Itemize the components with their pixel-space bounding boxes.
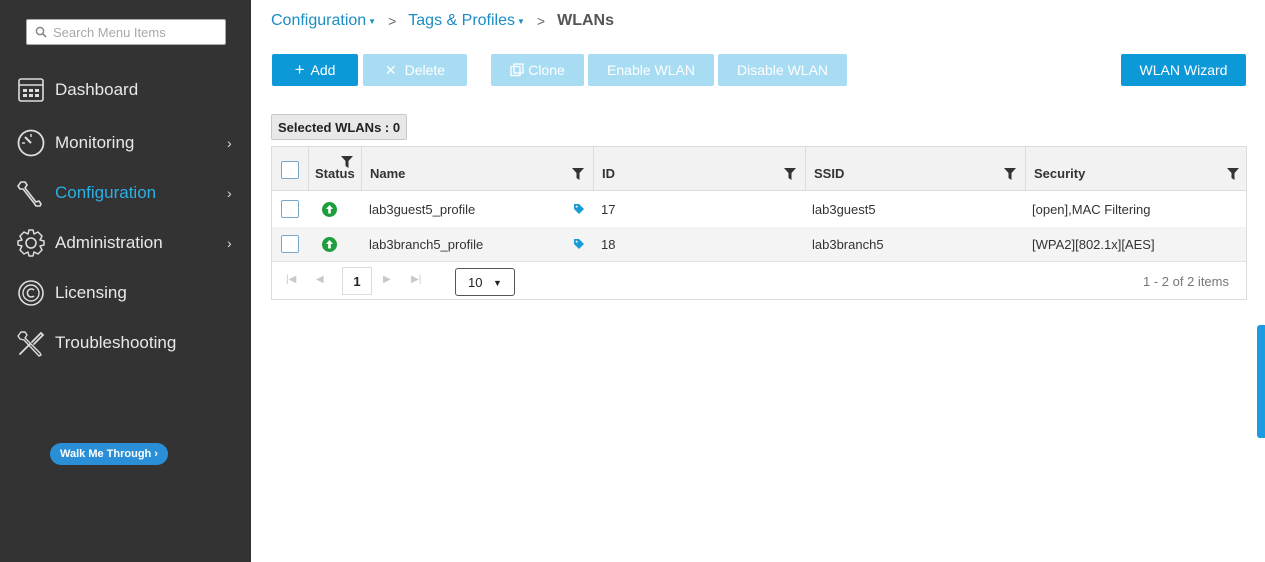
enable-wlan-button[interactable]: Enable WLAN (588, 54, 714, 86)
status-up-icon (322, 237, 337, 252)
row-checkbox[interactable] (281, 200, 299, 218)
sidebar: Dashboard Monitoring › Configuration › A… (0, 0, 251, 562)
header-label: Security (1034, 166, 1086, 181)
nav-label: Configuration (55, 183, 157, 202)
header-label: Status (315, 166, 355, 181)
next-page-icon[interactable]: ▶ (383, 274, 391, 285)
plus-icon: + (294, 60, 305, 79)
breadcrumb-tags-profiles[interactable]: Tags & Profiles (408, 12, 515, 30)
side-panel-tab[interactable] (1257, 325, 1265, 438)
nav-label: Troubleshooting (55, 333, 177, 352)
table-header: Status Name ID SSID Security (272, 147, 1246, 191)
add-label: Add (310, 62, 336, 78)
prev-page-icon[interactable]: ◀ (316, 274, 324, 285)
tag-icon[interactable] (573, 203, 585, 215)
walk-me-through-button[interactable]: Walk Me Through › (50, 443, 168, 465)
nav-dashboard[interactable]: Dashboard (0, 68, 251, 112)
add-button[interactable]: + Add (272, 54, 358, 86)
wlan-ssid: lab3branch5 (812, 237, 884, 252)
pagination-bar: |◀ ◀ 1 ▶ ▶| 10 ▼ 1 - 2 of 2 items (272, 261, 1246, 301)
page-size-select[interactable]: 10 ▼ (455, 268, 515, 296)
nav-monitoring[interactable]: Monitoring › (0, 121, 251, 165)
header-id: ID (594, 147, 806, 191)
nav-administration[interactable]: Administration › (0, 221, 251, 265)
header-label: SSID (814, 166, 845, 181)
search-input[interactable] (53, 24, 213, 40)
selected-count-badge: Selected WLANs : 0 (271, 114, 408, 140)
breadcrumb-configuration[interactable]: Configuration (271, 12, 366, 30)
wlan-ssid: lab3guest5 (812, 202, 876, 217)
page-title: WLANs (557, 12, 614, 29)
wlan-wizard-button[interactable]: WLAN Wizard (1121, 54, 1246, 86)
page-size-value: 10 (468, 275, 483, 290)
current-page[interactable]: 1 (342, 267, 372, 295)
row-checkbox[interactable] (281, 235, 299, 253)
table-row[interactable]: lab3guest5_profile 17 lab3guest5 [open],… (272, 192, 1246, 227)
first-page-icon[interactable]: |◀ (286, 274, 296, 285)
filter-icon[interactable] (1227, 168, 1239, 180)
disable-wlan-button[interactable]: Disable WLAN (718, 54, 847, 86)
filter-icon[interactable] (341, 156, 353, 168)
wlan-id: 18 (601, 237, 616, 252)
status-up-icon (322, 202, 337, 217)
header-name: Name (362, 147, 594, 191)
license-icon (15, 277, 47, 309)
clone-label: Clone (528, 62, 565, 78)
wrench-icon (15, 177, 47, 209)
clone-button[interactable]: Clone (491, 54, 584, 86)
nav-label: Monitoring (55, 133, 135, 152)
tag-icon[interactable] (573, 238, 585, 250)
caret-down-icon: ▼ (493, 278, 502, 288)
header-label: ID (602, 166, 615, 181)
pagination-info: 1 - 2 of 2 items (1143, 274, 1229, 289)
wlan-id: 17 (601, 202, 616, 217)
delete-label: Delete (404, 62, 446, 78)
chevron-right-icon: › (227, 185, 232, 201)
header-select-cell (272, 147, 309, 191)
wlan-name[interactable]: lab3branch5_profile (369, 237, 483, 252)
nav-label: Administration (55, 233, 163, 252)
wlan-table: Status Name ID SSID Security lab3guest5_… (271, 146, 1247, 300)
nav-licensing[interactable]: Licensing (0, 271, 251, 315)
header-status: Status (309, 147, 362, 191)
search-icon (35, 26, 47, 38)
header-security: Security (1026, 147, 1246, 191)
nav-troubleshooting[interactable]: Troubleshooting (0, 321, 251, 365)
table-row[interactable]: lab3branch5_profile 18 lab3branch5 [WPA2… (272, 227, 1246, 262)
filter-icon[interactable] (1004, 168, 1016, 180)
close-icon: ✕ (384, 61, 397, 78)
select-all-checkbox[interactable] (281, 161, 299, 179)
filter-icon[interactable] (572, 168, 584, 180)
wlan-security: [WPA2][802.1x][AES] (1032, 237, 1155, 252)
delete-button[interactable]: ✕ Delete (363, 54, 467, 86)
gear-icon (15, 227, 47, 259)
filter-icon[interactable] (784, 168, 796, 180)
header-ssid: SSID (806, 147, 1026, 191)
dashboard-icon (15, 74, 47, 106)
copy-icon (510, 63, 524, 77)
tools-icon (15, 327, 47, 359)
breadcrumb-separator: > (388, 13, 397, 29)
caret-down-icon[interactable]: ▼ (517, 17, 525, 26)
nav-configuration[interactable]: Configuration › (0, 171, 251, 215)
gauge-icon (15, 127, 47, 159)
caret-down-icon[interactable]: ▼ (368, 17, 376, 26)
breadcrumb-separator: > (536, 13, 546, 29)
wlan-security: [open],MAC Filtering (1032, 202, 1151, 217)
chevron-right-icon: › (227, 135, 232, 151)
last-page-icon[interactable]: ▶| (411, 274, 421, 285)
breadcrumb: Configuration ▼ > Tags & Profiles ▼ > WL… (271, 11, 614, 31)
header-label: Name (370, 166, 406, 181)
nav-label: Licensing (55, 283, 127, 302)
chevron-right-icon: › (227, 235, 232, 251)
search-box[interactable] (26, 19, 226, 45)
nav-label: Dashboard (55, 80, 139, 99)
wlan-name[interactable]: lab3guest5_profile (369, 202, 475, 217)
